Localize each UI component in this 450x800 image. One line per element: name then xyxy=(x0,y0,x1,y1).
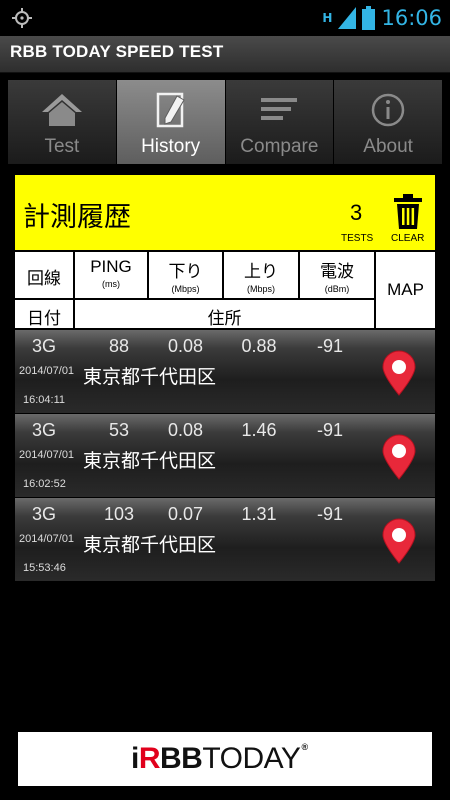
table-row[interactable]: 3G 88 0.08 0.88 -91 2014/07/01 16:04:11 … xyxy=(15,330,435,414)
logo-prefix: i xyxy=(131,742,139,775)
map-pin-icon[interactable] xyxy=(381,434,417,480)
column-down-label: 下り xyxy=(168,262,203,281)
column-up: 上り (Mbps) xyxy=(224,252,298,298)
row-signal: -91 xyxy=(316,420,343,440)
row-signal: -91 xyxy=(316,504,343,524)
tab-history[interactable]: History xyxy=(116,80,226,164)
tab-compare[interactable]: Compare xyxy=(225,80,335,164)
tab-label: Test xyxy=(44,136,80,157)
row-up: 1.46 xyxy=(241,420,277,440)
ad-banner[interactable]: iRBBTODAY® xyxy=(18,732,432,786)
row-up: 1.31 xyxy=(241,504,277,524)
page-title: 計測履歴 xyxy=(23,202,131,233)
row-down: 0.07 xyxy=(167,504,204,524)
home-icon xyxy=(41,94,82,126)
tab-bar: Test History Compare About xyxy=(8,80,442,164)
trash-icon[interactable] xyxy=(392,194,424,230)
tab-label: Compare xyxy=(240,136,319,157)
row-time: 16:04:11 xyxy=(23,394,66,406)
table-row[interactable]: 3G 103 0.07 1.31 -91 2014/07/01 15:53:46… xyxy=(15,498,435,582)
column-date: 日付 xyxy=(15,300,73,328)
info-icon xyxy=(371,93,405,127)
row-signal: -91 xyxy=(316,336,343,356)
row-time: 15:53:46 xyxy=(23,562,66,574)
tab-label: About xyxy=(363,136,413,157)
logo-reg: ® xyxy=(301,742,308,752)
tab-test[interactable]: Test xyxy=(8,80,117,164)
row-time: 16:02:52 xyxy=(23,478,66,490)
column-ping: PING (ms) xyxy=(75,252,147,298)
app-bar: RBB TODAY SPEED TEST xyxy=(0,36,450,73)
test-count-label: TESTS xyxy=(341,233,374,244)
gps-icon xyxy=(12,8,32,28)
column-ping-unit: (ms) xyxy=(102,279,120,289)
logo-r: R xyxy=(138,742,161,775)
column-up-unit: (Mbps) xyxy=(246,284,275,294)
column-down-unit: (Mbps) xyxy=(171,284,200,294)
row-date: 2014/07/01 xyxy=(19,365,75,377)
column-signal-unit: (dBm) xyxy=(324,284,350,294)
row-address: 東京都千代田区 xyxy=(83,534,217,556)
tab-about[interactable]: About xyxy=(334,80,442,164)
column-up-label: 上り xyxy=(244,262,278,281)
row-address: 東京都千代田区 xyxy=(83,366,217,388)
rbb-today-logo: iRBBTODAY® xyxy=(131,742,308,776)
battery-icon xyxy=(362,6,376,30)
row-ping: 103 xyxy=(103,504,135,524)
network-type-label: H xyxy=(322,11,333,25)
column-signal: 電波 (dBm) xyxy=(300,252,374,298)
column-header: 回線 PING (ms) 下り (Mbps) 上り (Mbps) 電波 (dBm… xyxy=(15,252,435,328)
test-count: 3 xyxy=(350,200,363,225)
row-ping: 88 xyxy=(108,336,130,356)
row-up: 0.88 xyxy=(241,336,277,356)
history-header: 計測履歴 3 TESTS CLEAR xyxy=(15,175,435,250)
row-date: 2014/07/01 xyxy=(19,533,75,545)
edit-icon xyxy=(156,92,185,128)
clear-button[interactable]: CLEAR xyxy=(391,233,424,244)
row-address: 東京都千代田区 xyxy=(83,450,217,472)
column-map-label: MAP xyxy=(387,280,424,299)
table-row[interactable]: 3G 53 0.08 1.46 -91 2014/07/01 16:02:52 … xyxy=(15,414,435,498)
signal-icon xyxy=(338,7,357,29)
row-date: 2014/07/01 xyxy=(19,449,75,461)
row-line: 3G xyxy=(31,336,56,356)
row-ping: 53 xyxy=(108,420,130,440)
column-map: MAP xyxy=(376,252,435,328)
status-bar: H 16:06 xyxy=(0,0,450,36)
row-down: 0.08 xyxy=(167,336,204,356)
column-address-label: 住所 xyxy=(207,309,242,328)
app-title: RBB TODAY SPEED TEST xyxy=(10,42,224,61)
column-line-label: 回線 xyxy=(27,269,61,288)
logo-suffix: TODAY xyxy=(202,742,301,775)
column-down: 下り (Mbps) xyxy=(149,252,222,298)
column-signal-label: 電波 xyxy=(320,262,354,281)
column-ping-label: PING xyxy=(90,257,132,276)
column-line: 回線 xyxy=(15,252,73,298)
row-line: 3G xyxy=(31,504,56,524)
column-date-label: 日付 xyxy=(27,309,61,328)
logo-bb: BB xyxy=(160,742,203,775)
tab-label: History xyxy=(141,136,201,157)
clock: 16:06 xyxy=(381,6,442,30)
map-pin-icon[interactable] xyxy=(381,350,417,396)
row-line: 3G xyxy=(31,420,56,440)
history-list: 3G 88 0.08 0.88 -91 2014/07/01 16:04:11 … xyxy=(15,330,435,582)
list-lines-icon xyxy=(261,98,298,120)
map-pin-icon[interactable] xyxy=(381,518,417,564)
column-address: 住所 xyxy=(75,300,374,328)
row-down: 0.08 xyxy=(167,420,204,440)
